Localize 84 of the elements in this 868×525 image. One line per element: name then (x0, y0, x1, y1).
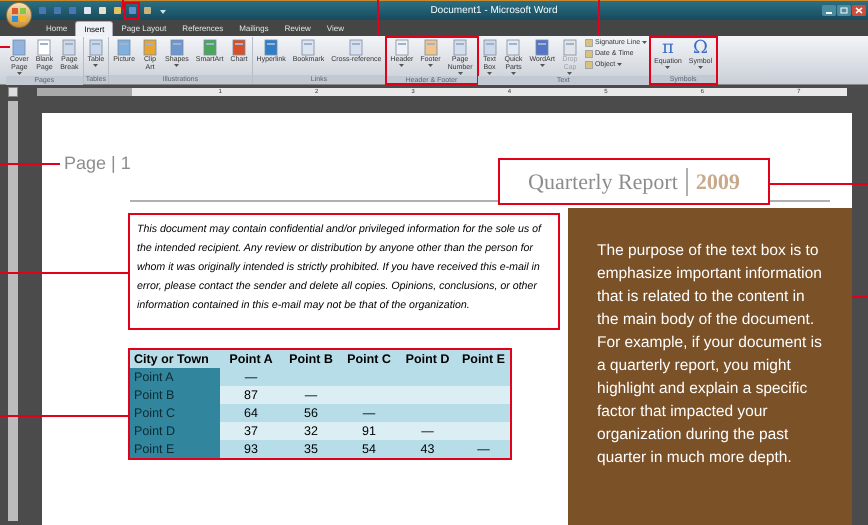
table-cell-text: 91 (361, 423, 377, 440)
document-icon (61, 39, 78, 56)
row-header: Point E (130, 440, 220, 458)
caret-icon (428, 64, 433, 68)
ribbon-tab[interactable]: Page Layout (113, 21, 174, 36)
table-cell-text: 93 (243, 441, 259, 458)
table-cell-text: 35 (303, 441, 319, 458)
document-icon (88, 39, 104, 56)
caret-icon (540, 64, 545, 68)
table-cell-text: 54 (361, 441, 377, 458)
square-icon (52, 6, 62, 15)
ribbon-tab[interactable]: Mailings (231, 21, 277, 36)
table-cell-text: 87 (243, 387, 259, 404)
column-header: City or Town (133, 351, 210, 368)
ribbon-tab[interactable]: References (174, 21, 232, 36)
caret-icon (698, 66, 703, 70)
column-header: Point D (404, 351, 450, 368)
caret-icon (399, 64, 404, 68)
table-cell-text: 32 (303, 423, 319, 440)
ribbon-tab[interactable]: Home (38, 21, 76, 36)
table-cell-text: 56 (303, 405, 319, 422)
minimize-icon (822, 5, 836, 16)
column-header: Point E (460, 351, 506, 368)
row-header: Point B (130, 386, 220, 404)
row-header: Point C (130, 404, 220, 422)
table-cell-text: — (420, 423, 435, 440)
square-icon (68, 6, 76, 15)
report-title: Quarterly Report (528, 168, 678, 196)
document-icon (348, 39, 364, 56)
document-icon (116, 39, 132, 56)
document-icon (300, 39, 316, 56)
table-cell-text: 37 (243, 423, 259, 440)
sidebar-text: The purpose of the text box is to emphasize important information that is related to the content in the main body of the document. For example, if your document is a quarterly report, you might highlight and explain a specific factor that impacted your organization during the past quarter in much more depth. (597, 241, 823, 468)
caret-icon (665, 66, 670, 70)
document-icon (505, 39, 522, 56)
document-icon (263, 39, 280, 56)
square-icon (142, 6, 152, 15)
caret-icon (617, 63, 622, 67)
square-icon (98, 6, 106, 15)
office-logo-icon (12, 8, 26, 22)
ribbon-tab[interactable]: Insert (75, 21, 114, 36)
page-number: Page | 1 (63, 152, 132, 175)
document-icon (422, 39, 438, 56)
document-icon (562, 39, 578, 56)
square-icon (128, 6, 136, 15)
ribbon-tab[interactable]: Review (276, 21, 319, 36)
ribbon-tab[interactable]: View (318, 21, 352, 36)
document-icon (452, 39, 468, 56)
tab-selector[interactable] (8, 86, 18, 96)
table-cell-text: — (362, 405, 376, 422)
leader-line (0, 163, 60, 165)
close-icon (852, 5, 866, 16)
report-year: 2009 (696, 168, 740, 196)
square-icon (82, 6, 92, 15)
window-title: Document1 - Microsoft Word (430, 5, 558, 16)
document-icon (202, 39, 218, 56)
document-icon (482, 39, 498, 56)
square-icon (38, 6, 46, 15)
leader-line (598, 0, 600, 36)
table-cell-text: 64 (243, 405, 259, 422)
leader-line (852, 296, 868, 298)
caret-icon (174, 64, 180, 68)
table-cell-text: — (476, 441, 491, 458)
document-icon (142, 39, 158, 56)
caret-icon (642, 41, 648, 45)
document-icon (394, 39, 410, 56)
document-icon (36, 39, 52, 56)
column-header: Point A (228, 351, 274, 368)
square-icon (112, 6, 122, 15)
caret-icon (93, 64, 98, 68)
table-cell-text: 43 (420, 441, 436, 458)
document-icon (534, 39, 550, 56)
document-icon (168, 39, 185, 56)
document-icon (11, 39, 28, 56)
leader-line (377, 0, 379, 36)
restore-icon (837, 5, 851, 16)
table-cell-text: — (244, 369, 258, 386)
disclaimer-text: This document may contain confidential and/or privileged information for the sole us of the intended recipient. Any review or distribution by anyone other than the person for whom it was originally intended is strictly prohibited. If you have received this e-mail in error, please contact the sender and delete all copies. Opinions, conclusions, or other information contained in this e-mail may not be that of the organization. (137, 222, 543, 313)
column-header: Point B (288, 351, 334, 368)
row-header: Point A (130, 368, 220, 386)
row-header: Point D (130, 422, 220, 440)
table-cell-text: — (304, 387, 318, 404)
column-header: Point C (346, 351, 392, 368)
document-icon (230, 39, 247, 56)
